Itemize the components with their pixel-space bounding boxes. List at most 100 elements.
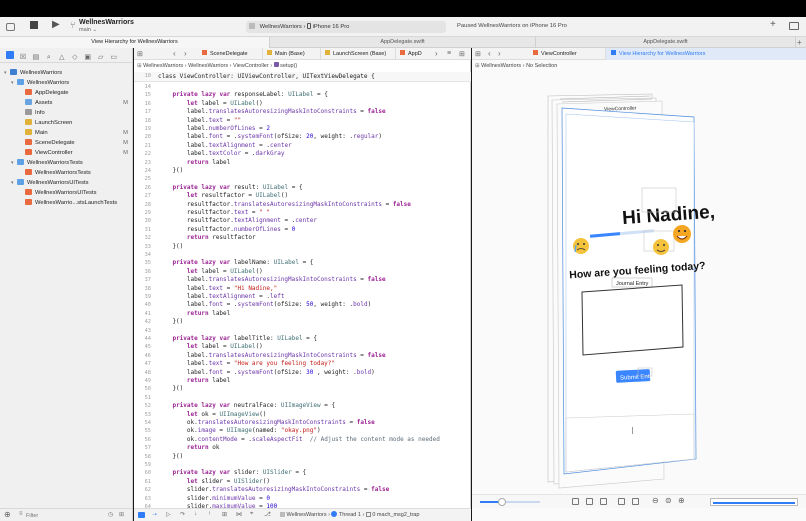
tree-group-uitests[interactable]: ▾ WellnesWarriorsUITests — [11, 178, 128, 188]
code-line[interactable]: 30 resultfactor.textAlignment = .center — [134, 217, 471, 225]
tree-file-viewcontroller[interactable]: ViewController M — [25, 148, 128, 158]
back-icon[interactable]: ‹ — [488, 49, 491, 58]
add-editor-icon[interactable]: ⊞ — [459, 50, 465, 58]
code-line[interactable]: 35 private lazy var labelName: UILabel =… — [134, 259, 471, 267]
breadcrumb-item[interactable]: setup() — [280, 63, 297, 69]
code-line[interactable]: 21 label.textAlignment = .center — [134, 142, 471, 150]
split-editor-icon[interactable] — [789, 22, 799, 30]
forward-icon[interactable]: › — [184, 49, 187, 58]
canvas-tab-viewcontroller[interactable]: ViewController — [510, 48, 606, 60]
code-line[interactable]: 45 let label = UILabel() — [134, 343, 471, 351]
step-out-icon[interactable]: ↑ — [208, 511, 211, 517]
code-line[interactable]: 52 private lazy var neutralFace: UIImage… — [134, 402, 471, 410]
change-canvas-icon[interactable] — [632, 498, 639, 505]
related-items-icon[interactable]: ⊞ — [475, 50, 481, 58]
code-line[interactable]: 49 return label — [134, 377, 471, 385]
code-line[interactable]: 20 label.font = .systemFont(ofSize: 20, … — [134, 133, 471, 141]
code-line[interactable]: 60 private lazy var slider: UISlider = { — [134, 469, 471, 477]
hide-debug-icon[interactable] — [138, 512, 145, 518]
code-line[interactable]: 55 ok.image = UIImage(named: "okay.png") — [134, 427, 471, 435]
tree-file-assets[interactable]: Assets M — [25, 98, 128, 108]
zoom-out-icon[interactable]: ⊖ — [652, 496, 659, 505]
run-icon[interactable]: ▶ — [52, 19, 60, 30]
code-line[interactable]: 59 — [134, 461, 471, 469]
code-line[interactable]: 47 label.text = "How are you feeling tod… — [134, 360, 471, 368]
tree-group-tests[interactable]: ▾ WellnesWarriorsTests — [11, 158, 128, 168]
code-line[interactable]: 41 return label — [134, 310, 471, 318]
code-line[interactable]: 29 resultfactor.text = " " — [134, 209, 471, 217]
code-line[interactable]: 17 label.translatesAutoresizingMaskIntoC… — [134, 108, 471, 116]
code-line[interactable]: 31 resultfactor.numberOfLines = 0 — [134, 226, 471, 234]
code-line[interactable]: 19 label.numberOfLines = 2 — [134, 125, 471, 133]
code-line[interactable]: 38 label.text = "Hi Nadine," — [134, 285, 471, 293]
breadcrumb-item[interactable]: WellnesWarriors — [143, 63, 183, 69]
code-line[interactable]: 39 label.textAlignment = .left — [134, 293, 471, 301]
debug-breadcrumb[interactable]: WellnesWarriors › Thread 1 › 0 mach_msg2… — [280, 511, 419, 518]
code-line[interactable]: 40 label.font = .systemFont(ofSize: 50, … — [134, 301, 471, 309]
environment-icon[interactable]: ⎇ — [264, 511, 271, 518]
step-over-icon[interactable]: ↷ — [180, 511, 185, 518]
stop-icon[interactable] — [30, 21, 38, 29]
code-line[interactable]: 56 ok.contentMode = .scaleAspectFit // A… — [134, 436, 471, 444]
editor-tab-scenedelegate[interactable]: SceneDelegate — [198, 48, 263, 60]
test-icon[interactable]: ◇ — [71, 54, 79, 62]
tree-file-uitests[interactable]: WellnesWarriorsUITests — [25, 188, 128, 198]
symbol-icon[interactable]: ▤ — [32, 54, 40, 62]
tree-group-wellneswarriors[interactable]: ▾ WellnesWarriors — [11, 78, 128, 88]
tree-file-info[interactable]: Info — [25, 108, 128, 118]
back-icon[interactable]: ‹ — [173, 49, 176, 58]
source-control-icon[interactable]: ☒ — [19, 54, 27, 62]
code-line[interactable]: 25 — [134, 175, 471, 183]
breakpoint-icon[interactable]: ▱ — [97, 54, 105, 62]
code-line[interactable]: 32 return resultfactor — [134, 234, 471, 242]
tree-file-main[interactable]: Main M — [25, 128, 128, 138]
code-line[interactable]: 22 label.textColor = .darkGray — [134, 150, 471, 158]
tab-appdelegate-2[interactable]: AppDelegate.swift — [536, 37, 796, 48]
code-line[interactable]: 43 — [134, 327, 471, 335]
filter-input[interactable] — [26, 511, 86, 520]
code-line[interactable]: 26 private lazy var result: UILabel = { — [134, 184, 471, 192]
adjust-view-mode-icon[interactable] — [600, 498, 607, 505]
memory-graph-icon[interactable]: ⋈ — [236, 511, 242, 518]
spacing-slider-thumb[interactable] — [498, 498, 506, 506]
editor-tab-main[interactable]: Main (Base) — [263, 48, 321, 60]
code-line[interactable]: 33 }() — [134, 243, 471, 251]
scheme-selector[interactable]: WellnesWarriors › iPhone 16 Pro — [246, 21, 446, 33]
forward-icon[interactable]: › — [498, 49, 501, 58]
zoom-actual-icon[interactable]: ⊜ — [665, 496, 672, 505]
plus-tab-icon[interactable]: + — [797, 37, 802, 48]
breadcrumb-item[interactable]: ViewController — [233, 63, 269, 69]
code-line[interactable]: 44 private lazy var labelTitle: UILabel … — [134, 335, 471, 343]
branch-selector[interactable]: main ⌄ — [79, 27, 97, 33]
code-line[interactable]: 53 let ok = UIImageView() — [134, 411, 471, 419]
breadcrumb-item[interactable]: No Selection — [526, 63, 557, 69]
folder-icon[interactable] — [6, 51, 14, 59]
spacing-slider[interactable] — [480, 498, 540, 506]
tab-view-hierarchy[interactable]: View Hierarchy for WellnesWarriors — [0, 37, 270, 48]
add-icon[interactable]: + — [770, 19, 776, 30]
tree-file-scenedelegate[interactable]: SceneDelegate M — [25, 138, 128, 148]
code-line[interactable]: 14 — [134, 83, 471, 91]
report-icon[interactable]: ▭ — [110, 54, 118, 62]
range-slider[interactable] — [710, 498, 798, 506]
code-line[interactable]: 61 let slider = UISlider() — [134, 478, 471, 486]
code-line[interactable]: 50 }() — [134, 385, 471, 393]
tree-file-launchtests[interactable]: WellnesWarrio...stsLaunchTests — [25, 198, 128, 208]
tree-project-root[interactable]: ▾ WellnesWarriors — [4, 68, 128, 78]
continue-icon[interactable]: ▷ — [166, 511, 171, 518]
tree-file-tests[interactable]: WellnesWarriorsTests — [25, 168, 128, 178]
code-line[interactable]: 28 resultfactor.translatesAutoresizingMa… — [134, 201, 471, 209]
code-line[interactable]: 37 label.translatesAutoresizingMaskIntoC… — [134, 276, 471, 284]
code-line[interactable]: 24 }() — [134, 167, 471, 175]
tree-file-appdelegate[interactable]: AppDelegate — [25, 88, 128, 98]
warning-icon[interactable]: △ — [58, 54, 66, 62]
view-debugger-icon[interactable]: ⊞ — [222, 511, 227, 518]
code-line[interactable]: 42 }() — [134, 318, 471, 326]
modified-files-icon[interactable]: ⊞ — [119, 511, 124, 518]
show-clipped-icon[interactable] — [572, 498, 579, 505]
editor-tab-appdelegate[interactable]: AppD — [396, 48, 434, 60]
editor-tab-launchscreen[interactable]: LaunchScreen (Base) — [321, 48, 396, 60]
code-line[interactable]: 23 return label — [134, 159, 471, 167]
breadcrumb-item[interactable]: WellnesWarriors — [188, 63, 228, 69]
code-line[interactable]: 58 }() — [134, 453, 471, 461]
